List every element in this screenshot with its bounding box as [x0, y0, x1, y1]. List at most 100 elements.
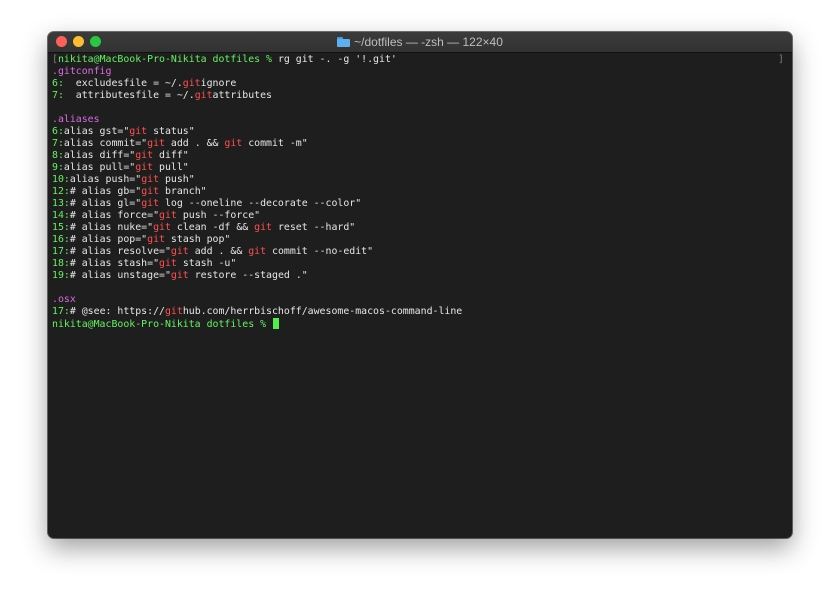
match-highlight: git — [135, 150, 154, 161]
terminal-window[interactable]: ~/dotfiles — -zsh — 122×40 [nikita@MacBo… — [48, 32, 792, 538]
line-number: 10: — [52, 174, 70, 185]
result-file-heading: .aliases — [52, 114, 100, 125]
line-number: 7: — [52, 90, 64, 101]
line-text: add . && — [188, 246, 249, 257]
line-number: 17: — [52, 306, 70, 317]
match-highlight: git — [170, 270, 189, 281]
result-file-heading: .osx — [52, 294, 76, 305]
line-text: restore --staged ." — [188, 270, 308, 281]
command-bracket-close: ] — [778, 54, 784, 65]
match-highlight: git — [135, 162, 154, 173]
match-highlight: git — [141, 186, 160, 197]
line-text: stash -u" — [176, 258, 237, 269]
match-highlight: git — [254, 222, 272, 233]
result-line: 17:# @see: https://github.com/herrbischo… — [52, 306, 788, 318]
line-number: 19: — [52, 270, 70, 281]
line-text: commit -m" — [242, 138, 308, 149]
line-number: 6: — [52, 78, 64, 89]
result-line: 19:# alias unstage="git restore --staged… — [52, 270, 788, 282]
line-text: attributes — [212, 90, 272, 101]
line-text: # alias force=" — [69, 210, 160, 221]
search-results: .gitconfig 6: excludesfile = ~/.gitignore… — [52, 66, 788, 318]
match-highlight: git — [129, 126, 148, 137]
final-prompt-line[interactable]: nikita@MacBook-Pro-Nikita dotfiles % — [52, 318, 788, 330]
shell-prompt-final: nikita@MacBook-Pro-Nikita dotfiles % — [52, 319, 272, 330]
result-line: 14:# alias force="git push --force" — [52, 210, 788, 222]
match-highlight: git — [170, 246, 189, 257]
title-bar[interactable]: ~/dotfiles — -zsh — 122×40 — [48, 32, 792, 53]
result-line: 7:alias commit="git add . && git commit … — [52, 138, 788, 150]
text-cursor — [272, 318, 279, 329]
match-highlight: git — [141, 198, 160, 209]
match-highlight: git — [147, 234, 165, 245]
line-number: 17: — [52, 246, 70, 257]
line-text: # alias resolve=" — [69, 246, 171, 257]
result-line: 6:alias gst="git status" — [52, 126, 788, 138]
line-text: attributesfile = ~/. — [63, 90, 195, 101]
match-highlight: git — [147, 138, 165, 149]
line-text: clean -df && — [170, 222, 255, 233]
line-number: 9: — [52, 162, 64, 173]
terminal-output[interactable]: [nikita@MacBook-Pro-Nikita dotfiles % rg… — [52, 54, 788, 330]
line-number: 12: — [52, 186, 70, 197]
line-text: push" — [159, 174, 195, 185]
result-line: 9:alias pull="git pull" — [52, 162, 788, 174]
match-highlight: git — [159, 258, 177, 269]
line-text: # alias gl=" — [69, 198, 142, 209]
line-number: 13: — [52, 198, 70, 209]
line-text: branch" — [159, 186, 207, 197]
result-line: 17:# alias resolve="git add . && git com… — [52, 246, 788, 258]
result-line: 12:# alias gb="git branch" — [52, 186, 788, 198]
result-line: 6: excludesfile = ~/.gitignore — [52, 78, 788, 90]
match-highlight: git — [194, 90, 213, 101]
line-text: stash pop" — [164, 234, 231, 245]
line-text: ignore — [200, 78, 237, 89]
command-line: [nikita@MacBook-Pro-Nikita dotfiles % rg… — [52, 54, 788, 66]
line-number: 16: — [52, 234, 70, 245]
line-text: alias push=" — [69, 174, 142, 185]
line-number: 6: — [52, 126, 64, 137]
window-title-area: ~/dotfiles — -zsh — 122×40 — [48, 32, 792, 52]
line-text: alias diff=" — [63, 150, 136, 161]
folder-icon — [337, 37, 351, 47]
line-text: commit --no-edit" — [266, 246, 374, 257]
match-highlight: git — [164, 306, 183, 317]
line-text: pull" — [153, 162, 189, 173]
line-text: # alias stash=" — [69, 258, 160, 269]
result-line: 10:alias push="git push" — [52, 174, 788, 186]
result-line: 16:# alias pop="git stash pop" — [52, 234, 788, 246]
line-text: diff" — [153, 150, 189, 161]
result-file-heading: .gitconfig — [52, 66, 112, 77]
line-text: # @see: https:// — [69, 306, 165, 317]
match-highlight: git — [224, 138, 243, 149]
result-line: 13:# alias gl="git log --oneline --decor… — [52, 198, 788, 210]
line-text: excludesfile = ~/. — [63, 78, 183, 89]
line-text: alias pull=" — [63, 162, 136, 173]
line-text: # alias nuke=" — [69, 222, 154, 233]
match-highlight: git — [182, 78, 201, 89]
line-number: 18: — [52, 258, 70, 269]
match-highlight: git — [248, 246, 267, 257]
line-text: alias commit=" — [63, 138, 148, 149]
line-text: add . && — [164, 138, 225, 149]
line-text: status" — [147, 126, 195, 137]
result-line: 18:# alias stash="git stash -u" — [52, 258, 788, 270]
result-line: 7: attributesfile = ~/.gitattributes — [52, 90, 788, 102]
line-text: log --oneline --decorate --color" — [159, 198, 362, 209]
line-text: # alias unstage=" — [69, 270, 171, 281]
match-highlight: git — [153, 222, 171, 233]
line-number: 7: — [52, 138, 64, 149]
line-text: # alias gb=" — [69, 186, 142, 197]
result-line: 15:# alias nuke="git clean -df && git re… — [52, 222, 788, 234]
line-number: 15: — [52, 222, 70, 233]
match-highlight: git — [141, 174, 160, 185]
match-highlight: git — [159, 210, 177, 221]
line-text: alias gst=" — [63, 126, 130, 137]
line-text: hub.com/herrbischoff/awesome-macos-comma… — [182, 306, 463, 317]
line-number: 8: — [52, 150, 64, 161]
line-number: 14: — [52, 210, 70, 221]
line-text: push --force" — [176, 210, 261, 221]
line-text: reset --hard" — [272, 222, 356, 233]
